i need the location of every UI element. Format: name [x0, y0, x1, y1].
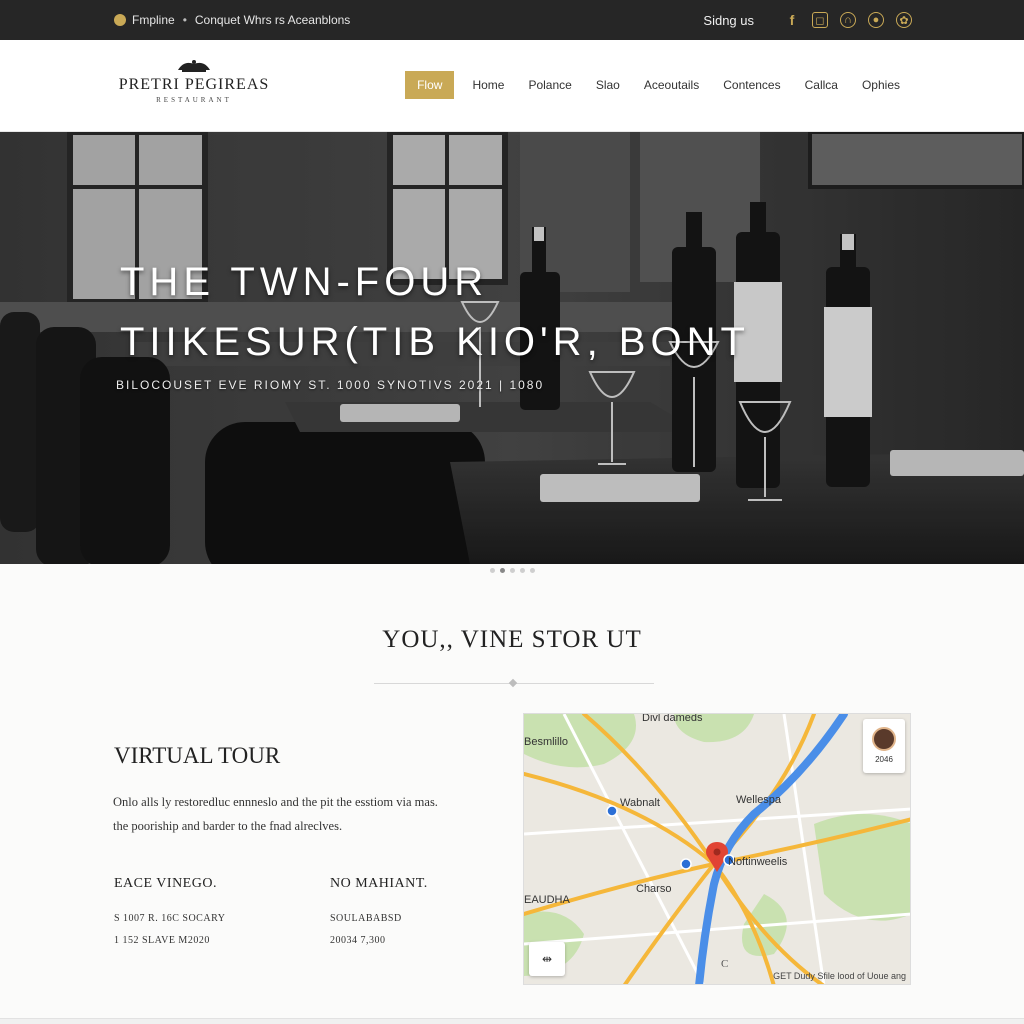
- map-expand-icon[interactable]: ⇹: [529, 942, 565, 976]
- map-label: EAUDHA: [524, 894, 570, 906]
- location-map[interactable]: Divl dameds Besmlillo Wabnalt Wellespa N…: [523, 713, 911, 985]
- divider-ornament: [508, 678, 518, 688]
- location-icon: [114, 14, 126, 26]
- map-label: Charso: [636, 883, 672, 895]
- tripadvisor-icon[interactable]: ∩: [840, 12, 856, 28]
- virtual-tour-body-line-2: the pooriship and barder to the fnad alr…: [113, 819, 343, 833]
- carousel-dots: [0, 568, 1024, 573]
- instagram-icon[interactable]: ◻: [812, 12, 828, 28]
- site-header: PRETRI PEGIREAS RESTAURANT Flow Home Pol…: [0, 40, 1024, 132]
- map-label: Wellespa: [736, 794, 782, 806]
- nav-item-slao[interactable]: Slao: [584, 71, 632, 99]
- top-bar: Fmpline • Conquet Whrs rs Aceanblons Sid…: [0, 0, 1024, 40]
- carousel-dot[interactable]: [509, 568, 515, 573]
- carousel-dot[interactable]: [529, 568, 535, 573]
- nav-item-flow[interactable]: Flow: [405, 71, 455, 99]
- top-info-text-2: Conquet Whrs rs Aceanblons: [194, 13, 351, 27]
- map-place-card[interactable]: 2046: [863, 719, 905, 773]
- virtual-tour-body-line-1: Onlo alls ly restoredluc ennneslo and th…: [113, 795, 438, 809]
- map-label: Noftinweelis: [728, 856, 788, 868]
- logo-subtitle: RESTAURANT: [156, 96, 232, 104]
- map-label: Wabnalt: [620, 797, 660, 809]
- carousel-dot-active[interactable]: [499, 568, 505, 573]
- top-bar-info: Fmpline • Conquet Whrs rs Aceanblons: [114, 13, 350, 27]
- map-zoom-label: C: [721, 958, 729, 970]
- restaurant-logo[interactable]: PRETRI PEGIREAS RESTAURANT: [114, 58, 274, 104]
- nav-item-callca[interactable]: Callca: [793, 71, 850, 99]
- section-title: YOU,, VINE STOR UT: [382, 626, 642, 653]
- social-links: f ◻ ∩ ● ✿: [784, 12, 912, 28]
- column-2-heading: NO MAHIANT.: [330, 876, 428, 891]
- column-1-line-2: 1 152 SLAVE M2020: [114, 935, 210, 946]
- carousel-dot[interactable]: [519, 568, 525, 573]
- map-canvas: [524, 714, 910, 984]
- top-bar-actions: Sidng us f ◻ ∩ ● ✿: [697, 12, 912, 28]
- nav-item-polance[interactable]: Polance: [516, 71, 583, 99]
- column-2-line-1: SOULABABSD: [330, 913, 402, 924]
- footer-edge: [0, 1018, 1024, 1024]
- column-1-heading: EACE VINEGO.: [114, 876, 217, 891]
- separator-dot: •: [182, 13, 187, 27]
- signin-link[interactable]: Sidng us: [703, 13, 754, 28]
- virtual-tour-title: VIRTUAL TOUR: [114, 743, 281, 768]
- carousel-dot[interactable]: [489, 568, 495, 573]
- logo-name: PRETRI PEGIREAS: [118, 76, 270, 93]
- crest-icon: [114, 58, 274, 76]
- map-attribution: GET Dudy Sfile lood of Uoue ang: [773, 971, 906, 981]
- nav-item-home[interactable]: Home: [460, 71, 516, 99]
- nav-item-aceoutails[interactable]: Aceoutails: [632, 71, 711, 99]
- hero-title-line-2: TIIKESUR(TIB KIO'R, BONT: [120, 320, 750, 364]
- place-avatar: [872, 727, 896, 751]
- nav-item-contences[interactable]: Contences: [711, 71, 792, 99]
- hero-title: THE TWN-FOUR TIIKESUR(TIB KIO'R, BONT: [120, 252, 750, 372]
- place-card-label: 2046: [875, 755, 893, 764]
- main-nav: Flow Home Polance Slao Aceoutails Conten…: [405, 71, 912, 99]
- column-1-line-1: S 1007 R. 16C SOCARY: [114, 913, 226, 924]
- virtual-tour-body: Onlo alls ly restoredluc ennneslo and th…: [113, 790, 493, 838]
- yelp-icon[interactable]: ✿: [896, 12, 912, 28]
- hero-title-line-1: THE TWN-FOUR: [120, 260, 489, 304]
- hero-subtitle: BILOCOUSET EVE RIOMY ST. 1000 SYNOTIVS 2…: [116, 378, 545, 392]
- map-label: Divl dameds: [642, 713, 703, 724]
- column-2-line-2: 20034 7,300: [330, 935, 386, 946]
- facebook-icon[interactable]: f: [784, 12, 800, 28]
- nav-item-ophies[interactable]: Ophies: [850, 71, 912, 99]
- top-info-text-1: Fmpline: [132, 13, 175, 27]
- hero-banner: THE TWN-FOUR TIIKESUR(TIB KIO'R, BONT BI…: [0, 132, 1024, 564]
- opentable-icon[interactable]: ●: [868, 12, 884, 28]
- map-label: Besmlillo: [524, 736, 569, 748]
